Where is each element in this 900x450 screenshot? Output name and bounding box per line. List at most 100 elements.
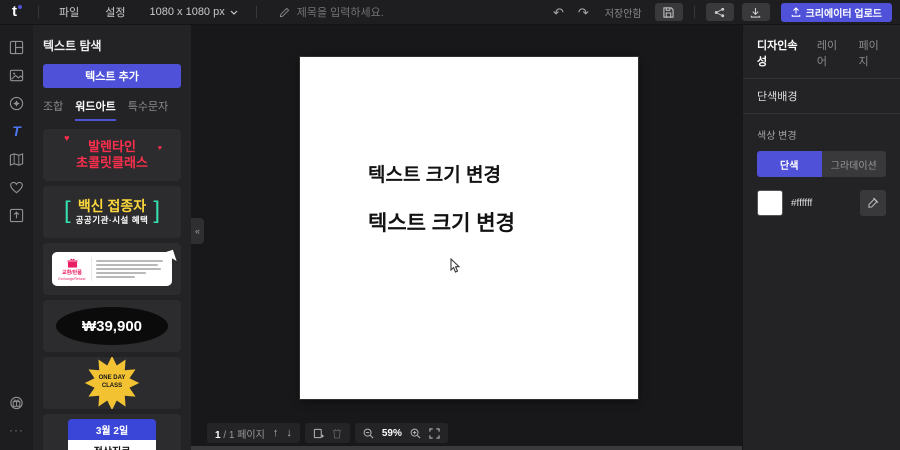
chevron-down-icon	[230, 10, 238, 15]
wordart-item-oneday-class[interactable]: ONE DAY CLASS	[43, 357, 181, 409]
color-swatch[interactable]	[757, 190, 783, 216]
solid-color-button[interactable]: 단색	[757, 151, 822, 177]
tab-wordart[interactable]: 워드아트	[75, 98, 115, 121]
rail-bottom: ···	[3, 388, 31, 450]
pencil-icon	[279, 7, 290, 18]
document-title-placeholder: 제목을 입력하세요.	[297, 4, 384, 20]
wordart-item-valentine[interactable]: ♥ 발렌타인 초콜릿클래스 ♥	[43, 129, 181, 181]
sidebar-item-uploads[interactable]	[3, 201, 31, 229]
wordart-item-price[interactable]: ₩39,900	[43, 300, 181, 352]
trash-icon	[332, 428, 342, 439]
tab-layers[interactable]: 레이어	[817, 37, 845, 69]
tab-special-chars[interactable]: 특수문자	[128, 98, 168, 121]
canvas-text-small[interactable]: 텍스트 크기 변경	[368, 160, 501, 187]
zoom-out-button[interactable]	[363, 428, 374, 439]
sidebar-item-more[interactable]: ···	[3, 416, 31, 444]
oneday-line2: CLASS	[99, 383, 126, 391]
sidebar-item-text[interactable]: T	[3, 117, 31, 145]
share-button[interactable]	[706, 3, 734, 21]
image-icon	[9, 68, 24, 83]
divider	[256, 6, 257, 18]
exchange-label: 교환/반품	[62, 269, 82, 276]
page-indicator: 1 / 1 페이지	[215, 426, 265, 441]
sidebar-item-favorites[interactable]	[3, 173, 31, 201]
gift-icon	[9, 395, 24, 410]
tab-pages[interactable]: 페이지	[858, 37, 886, 69]
color-change-label: 색상 변경	[757, 127, 886, 142]
text-line	[96, 272, 146, 274]
exchange-sublabel: Exchange/Refund	[58, 276, 85, 280]
document-title-input[interactable]: 제목을 입력하세요.	[279, 4, 384, 20]
schedule-date: 3월 2일	[68, 419, 156, 440]
sidebar-item-templates[interactable]	[3, 33, 31, 61]
save-status: 저장안함	[605, 5, 642, 20]
wordart-item-vaccine[interactable]: [ 백신 접종자 공공기관·시설 혜택 ]	[43, 186, 181, 238]
share-icon	[714, 7, 725, 18]
properties-tabs: 디자인속성 레이어 페이지	[743, 25, 900, 79]
properties-panel: 디자인속성 레이어 페이지 단색배경 색상 변경 단색 그라데이션 #fffff…	[742, 25, 900, 450]
background-section-title: 단색배경	[743, 79, 900, 114]
oneday-text: ONE DAY CLASS	[99, 375, 126, 391]
fill-type-toggle: 단색 그라데이션	[757, 151, 886, 177]
text-panel-tabs: 조합 워드아트 특수문자	[43, 88, 181, 121]
undo-icon[interactable]: ↶	[547, 6, 570, 19]
sidebar-item-rewards[interactable]	[3, 388, 31, 416]
delete-page-button[interactable]	[332, 428, 342, 439]
design-page-canvas[interactable]: 텍스트 크기 변경 텍스트 크기 변경	[300, 57, 638, 399]
heart-decoration: ♥	[64, 133, 69, 144]
zoom-level[interactable]: 59%	[382, 428, 402, 439]
logo-letter: t	[12, 3, 17, 21]
canvas-text-large[interactable]: 텍스트 크기 변경	[368, 207, 515, 237]
text-line	[96, 276, 135, 278]
valentine-line1: 발렌타인	[76, 139, 148, 155]
color-picker-row: #ffffff	[757, 190, 886, 216]
download-button[interactable]	[742, 3, 770, 21]
sidebar-item-elements[interactable]	[3, 89, 31, 117]
canvas-size-value: 1080 x 1080 px	[150, 6, 225, 18]
divider	[38, 6, 39, 18]
bubble-divider	[91, 257, 92, 281]
zoom-in-icon	[410, 428, 421, 439]
app-logo[interactable]: t	[8, 3, 30, 21]
gradient-button[interactable]: 그라데이션	[822, 151, 887, 177]
redo-icon[interactable]: ↷	[572, 6, 595, 19]
bracket-close: ]	[153, 199, 160, 223]
page-down-icon[interactable]: ↓	[286, 428, 292, 439]
tab-combination[interactable]: 조합	[43, 98, 63, 121]
fit-screen-button[interactable]	[429, 428, 440, 439]
upload-box-icon	[9, 208, 24, 223]
save-button[interactable]	[655, 3, 683, 21]
valentine-text: ♥ 발렌타인 초콜릿클래스 ♥	[76, 139, 148, 172]
text-line	[96, 264, 158, 266]
canvas-workspace[interactable]: « 텍스트 크기 변경 텍스트 크기 변경 1 / 1 페이지 ↑ ↓	[191, 25, 742, 450]
zoom-group: 59%	[355, 423, 448, 443]
add-text-button[interactable]: 텍스트 추가	[43, 64, 181, 88]
creator-upload-button[interactable]: 크리에이터 업로드	[781, 3, 892, 22]
chevrons-left-icon: «	[195, 226, 200, 236]
page-up-icon[interactable]: ↑	[273, 428, 279, 439]
menu-settings[interactable]: 설정	[93, 4, 137, 20]
element-icon	[9, 96, 24, 111]
wordart-item-exchange-bubble[interactable]: 교환/반품 Exchange/Refund	[43, 243, 181, 295]
schedule-badge: 3월 2일 정상진료	[68, 419, 156, 450]
eyedropper-icon	[867, 197, 879, 209]
oneday-line1: ONE DAY	[99, 375, 126, 383]
logo-dot	[18, 5, 22, 9]
add-page-button[interactable]	[313, 428, 324, 439]
color-hex-value[interactable]: #ffffff	[791, 198, 852, 209]
sidebar-item-map[interactable]	[3, 145, 31, 173]
tab-design-properties[interactable]: 디자인속성	[757, 37, 803, 69]
panel-collapse-handle[interactable]: «	[191, 218, 204, 244]
canvas-size-dropdown[interactable]: 1080 x 1080 px	[140, 6, 248, 18]
eyedropper-button[interactable]	[860, 190, 886, 216]
wordart-item-schedule[interactable]: 3월 2일 정상진료	[43, 414, 181, 450]
sidebar-item-images[interactable]	[3, 61, 31, 89]
vaccine-line1: 백신 접종자	[76, 198, 149, 215]
page-edit-group	[305, 423, 350, 443]
horizontal-scrollbar[interactable]	[191, 446, 742, 450]
menu-file[interactable]: 파일	[47, 4, 91, 20]
vaccine-text: [ 백신 접종자 공공기관·시설 혜택 ]	[64, 198, 160, 227]
heart-icon	[9, 180, 24, 195]
zoom-in-button[interactable]	[410, 428, 421, 439]
fit-screen-icon	[429, 428, 440, 439]
